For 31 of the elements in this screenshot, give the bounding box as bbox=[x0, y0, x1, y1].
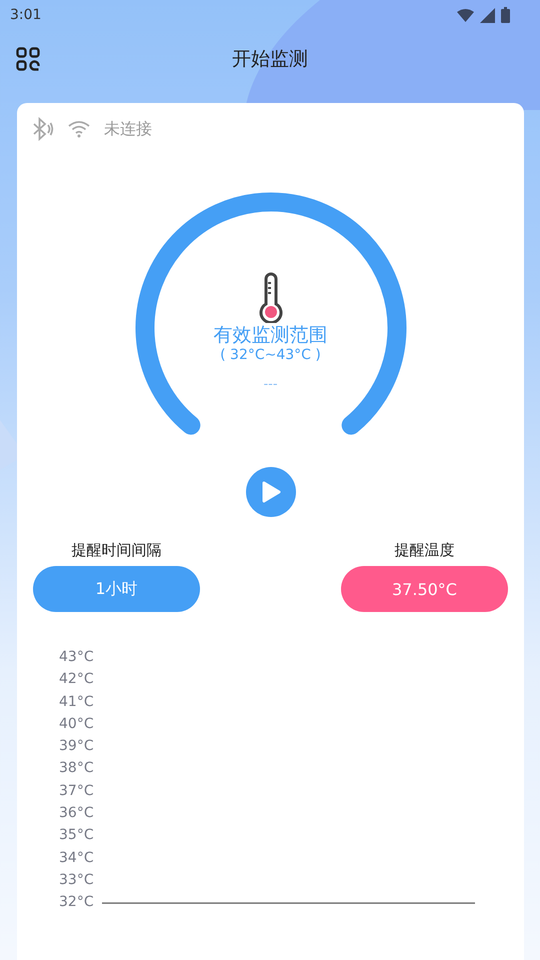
signal-icon bbox=[480, 8, 495, 22]
setting-value-button[interactable]: 37.50°C bbox=[341, 566, 508, 612]
play-icon bbox=[260, 481, 280, 503]
setting-label: 提醒时间间隔 bbox=[72, 541, 162, 560]
y-axis-label: 38°C bbox=[59, 759, 94, 778]
thermometer-icon bbox=[258, 271, 284, 323]
y-axis-label: 41°C bbox=[59, 692, 94, 712]
play-button[interactable] bbox=[246, 467, 296, 517]
setting-label: 提醒温度 bbox=[394, 541, 454, 560]
y-axis-label: 43°C bbox=[59, 648, 94, 667]
y-axis-label: 32°C bbox=[59, 893, 94, 912]
range-text: ( 32°C~43°C ) bbox=[220, 347, 321, 363]
y-axis-label: 42°C bbox=[59, 670, 94, 690]
page-title: 开始监测 bbox=[232, 47, 308, 72]
y-axis-label: 34°C bbox=[59, 848, 94, 868]
setting-value-button[interactable]: 1小时 bbox=[33, 566, 200, 612]
y-axis-label: 37°C bbox=[59, 782, 94, 801]
status-time: 3:01 bbox=[10, 7, 42, 23]
y-axis-label: 35°C bbox=[59, 826, 94, 846]
connection-status: 未连接 bbox=[104, 118, 152, 140]
battery-icon bbox=[501, 7, 510, 23]
wifi-icon bbox=[457, 8, 474, 22]
range-title: 有效监测范围 bbox=[214, 323, 328, 347]
bluetooth-icon bbox=[32, 117, 54, 141]
menu-icon[interactable] bbox=[16, 47, 40, 71]
y-axis-label: 39°C bbox=[59, 737, 94, 756]
temperature-reading: --- bbox=[263, 377, 278, 392]
wifi-icon bbox=[68, 120, 90, 138]
y-axis-label: 33°C bbox=[59, 870, 94, 890]
y-axis-label: 40°C bbox=[59, 714, 94, 734]
y-axis-label: 36°C bbox=[59, 804, 94, 824]
